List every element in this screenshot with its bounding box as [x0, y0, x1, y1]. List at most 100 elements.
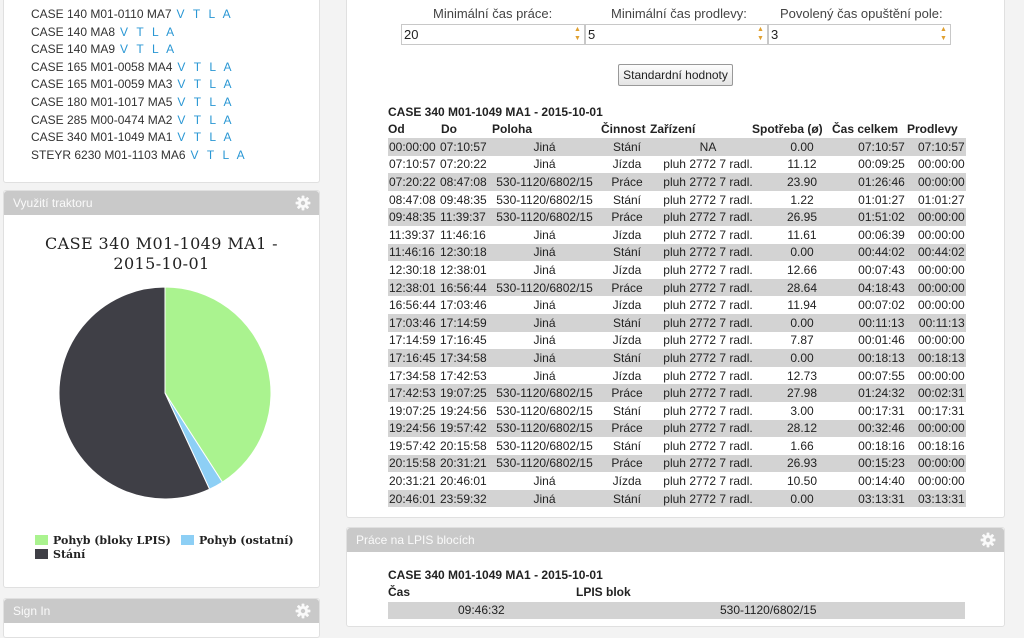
table-row[interactable]: 20:46:01 23:59:32 Jiná Stání pluh 2772 7 rad…: [388, 489, 966, 508]
table-row[interactable]: 07:20:22 08:47:08 530-1120/6802/15 Práce plu…: [388, 173, 966, 191]
min-idle-input[interactable]: [586, 25, 753, 44]
col-header-do[interactable]: Do: [441, 122, 457, 136]
table-row[interactable]: 07:10:57 07:20:22 Jiná Jízda pluh 2772 7 rad…: [388, 156, 966, 174]
list-item[interactable]: CASE 140 M01-0110 MA7 V T L A: [31, 5, 233, 23]
list-item[interactable]: CASE 285 M00-0474 MA2 V T L A: [31, 111, 234, 129]
cell-poloha: Jiná: [533, 474, 556, 489]
min-work-stepper: ▲▼: [401, 24, 585, 45]
cell-poloha: 530-1120/6802/15: [492, 384, 597, 402]
cell-zarizeni: pluh 2772 7 radl.: [663, 474, 753, 489]
table-row[interactable]: 19:07:25 19:24:56 530-1120/6802/15 Stání plu…: [388, 402, 966, 420]
table-row[interactable]: 09:46:32 530-1120/6802/15: [388, 602, 965, 619]
tractor-links[interactable]: V T L A: [120, 42, 177, 56]
tractor-name: CASE 180 M01-1017 MA5: [31, 95, 173, 109]
tractor-links[interactable]: V T L A: [120, 25, 177, 39]
min-work-input[interactable]: [402, 25, 570, 44]
sign-in-header[interactable]: Sign In: [4, 599, 319, 623]
tractor-links[interactable]: V T L A: [191, 148, 248, 162]
min-work-spinner[interactable]: ▲ ▼: [571, 25, 584, 44]
cell-cas-celkem: 00:18:16: [858, 438, 905, 453]
gear-icon[interactable]: [295, 195, 311, 211]
lpis-cell-block: 530-1120/6802/15: [720, 603, 817, 617]
table-row[interactable]: 11:39:37 11:46:16 Jiná Jízda pluh 2772 7 rad…: [388, 226, 966, 244]
cell-prodlevy: 00:00:00: [918, 368, 965, 383]
min-idle-spinner[interactable]: ▲ ▼: [754, 25, 767, 44]
table-row[interactable]: 08:47:08 09:48:35 530-1120/6802/15 Stání plu…: [388, 191, 966, 209]
col-header-zarizeni[interactable]: Zařízení: [650, 122, 695, 136]
tractor-links[interactable]: V T L A: [177, 7, 234, 21]
tractor-links[interactable]: V T L A: [177, 60, 234, 74]
list-item[interactable]: CASE 340 M01-1049 MA1 V T L A: [31, 128, 234, 146]
tractor-links[interactable]: V T L A: [177, 130, 234, 144]
table-row[interactable]: 09:48:35 11:39:37 530-1120/6802/15 Práce plu…: [388, 208, 966, 226]
cell-cinnost: Stání: [597, 243, 657, 262]
arrow-down-icon[interactable]: ▼: [937, 34, 950, 43]
cell-prodlevy: 00:44:02: [918, 243, 966, 262]
list-item[interactable]: CASE 140 MA9 V T L A: [31, 40, 177, 58]
legend-item-lpis[interactable]: Pohyb (bloky LPIS): [35, 534, 171, 547]
table-row[interactable]: 17:03:46 17:14:59 Jiná Stání pluh 2772 7 rad…: [388, 313, 966, 332]
table-row[interactable]: 12:30:18 12:38:01 Jiná Jízda pluh 2772 7 rad…: [388, 261, 966, 279]
legend-item-other[interactable]: Pohyb (ostatní): [181, 534, 294, 547]
cell-zarizeni: pluh 2772 7 radl.: [663, 227, 753, 242]
lpis-col-header-cas[interactable]: Čas: [388, 585, 410, 599]
col-header-spotreba[interactable]: Spotřeba (ø): [752, 122, 823, 136]
gear-icon[interactable]: [295, 603, 311, 619]
col-header-od[interactable]: Od: [388, 122, 405, 136]
cell-od: 20:46:01: [388, 489, 440, 508]
allowed-leave-input[interactable]: [769, 25, 936, 44]
cell-od: 12:30:18: [389, 262, 436, 277]
cell-zarizeni: pluh 2772 7 radl.: [657, 208, 759, 226]
list-item[interactable]: CASE 180 M01-1017 MA5 V T L A: [31, 93, 234, 111]
table-row[interactable]: 17:16:45 17:34:58 Jiná Stání pluh 2772 7 rad…: [388, 349, 966, 367]
cell-zarizeni: pluh 2772 7 radl.: [657, 313, 759, 332]
col-header-cinnost[interactable]: Činnost: [601, 122, 646, 136]
table-row[interactable]: 19:57:42 20:15:58 530-1120/6802/15 Stání plu…: [388, 437, 966, 455]
table-row[interactable]: 17:34:58 17:42:53 Jiná Jízda pluh 2772 7 rad…: [388, 367, 966, 385]
cell-cinnost: Práce: [597, 454, 657, 473]
list-item[interactable]: CASE 165 M01-0058 MA4 V T L A: [31, 58, 234, 76]
tractor-list-panel: CASE 140 M01-0110 MA7 V T L A CASE 140 MA8…: [3, 0, 320, 183]
table-row[interactable]: 20:15:58 20:31:21 530-1120/6802/15 Práce plu…: [388, 454, 966, 473]
sign-in-title: Sign In: [13, 604, 51, 618]
tractor-links[interactable]: V T L A: [177, 113, 234, 127]
arrow-up-icon[interactable]: ▲: [754, 25, 767, 34]
chart-title-line2: 2015-10-01: [113, 254, 210, 273]
lpis-col-header-blok[interactable]: LPIS blok: [576, 585, 631, 599]
tractor-links[interactable]: V T L A: [177, 77, 234, 91]
table-row[interactable]: 17:14:59 17:16:45 Jiná Jízda pluh 2772 7 rad…: [388, 332, 966, 350]
lpis-work-panel: Práce na LPIS blocích CASE 340 M01-1049 …: [346, 527, 1005, 627]
arrow-down-icon[interactable]: ▼: [571, 34, 584, 43]
cell-od: 19:07:25: [389, 403, 436, 418]
table-row[interactable]: 12:38:01 16:56:44 530-1120/6802/15 Práce plu…: [388, 278, 966, 297]
cell-cas-celkem: 01:51:02: [845, 208, 918, 226]
cell-cinnost: Jízda: [612, 262, 642, 277]
arrow-up-icon[interactable]: ▲: [571, 25, 584, 34]
cell-cas-celkem: 00:18:13: [845, 349, 918, 367]
table-row[interactable]: 16:56:44 17:03:46 Jiná Jízda pluh 2772 7 rad…: [388, 296, 966, 314]
list-item[interactable]: CASE 140 MA8 V T L A: [31, 23, 177, 41]
table-row[interactable]: 17:42:53 19:07:25 530-1120/6802/15 Práce plu…: [388, 384, 966, 402]
cell-do: 07:20:22: [440, 157, 487, 172]
lpis-work-header[interactable]: Práce na LPIS blocích: [347, 528, 1004, 552]
allowed-leave-spinner[interactable]: ▲ ▼: [937, 25, 950, 44]
list-item[interactable]: STEYR 6230 M01-1103 MA6 V T L A: [31, 146, 247, 164]
table-row[interactable]: 00:00:00 07:10:57 Jiná Stání NA 0.00 07:10:57 0…: [388, 138, 966, 156]
arrow-up-icon[interactable]: ▲: [937, 25, 950, 34]
table-row[interactable]: 19:24:56 19:57:42 530-1120/6802/15 Práce plu…: [388, 419, 966, 438]
table-row[interactable]: 20:31:21 20:46:01 Jiná Jízda pluh 2772 7 rad…: [388, 472, 966, 490]
arrow-down-icon[interactable]: ▼: [754, 34, 767, 43]
table-row[interactable]: 11:46:16 12:30:18 Jiná Stání pluh 2772 7 rad…: [388, 243, 966, 262]
tractor-links[interactable]: V T L A: [177, 95, 234, 109]
col-header-prodlevy[interactable]: Prodlevy: [907, 122, 958, 136]
legend-item-idle[interactable]: Stání: [35, 548, 85, 561]
list-item[interactable]: CASE 165 M01-0059 MA3 V T L A: [31, 75, 234, 93]
cell-cas-celkem: 00:07:55: [858, 368, 905, 383]
default-values-button[interactable]: Standardní hodnoty: [618, 64, 733, 86]
gear-icon[interactable]: [980, 532, 996, 548]
cell-do: 20:15:58: [440, 438, 487, 453]
col-header-cas-celkem[interactable]: Čas celkem: [832, 122, 898, 136]
col-header-poloha[interactable]: Poloha: [492, 122, 532, 136]
cell-zarizeni: pluh 2772 7 radl.: [663, 403, 753, 418]
cell-poloha: Jiná: [492, 489, 597, 508]
